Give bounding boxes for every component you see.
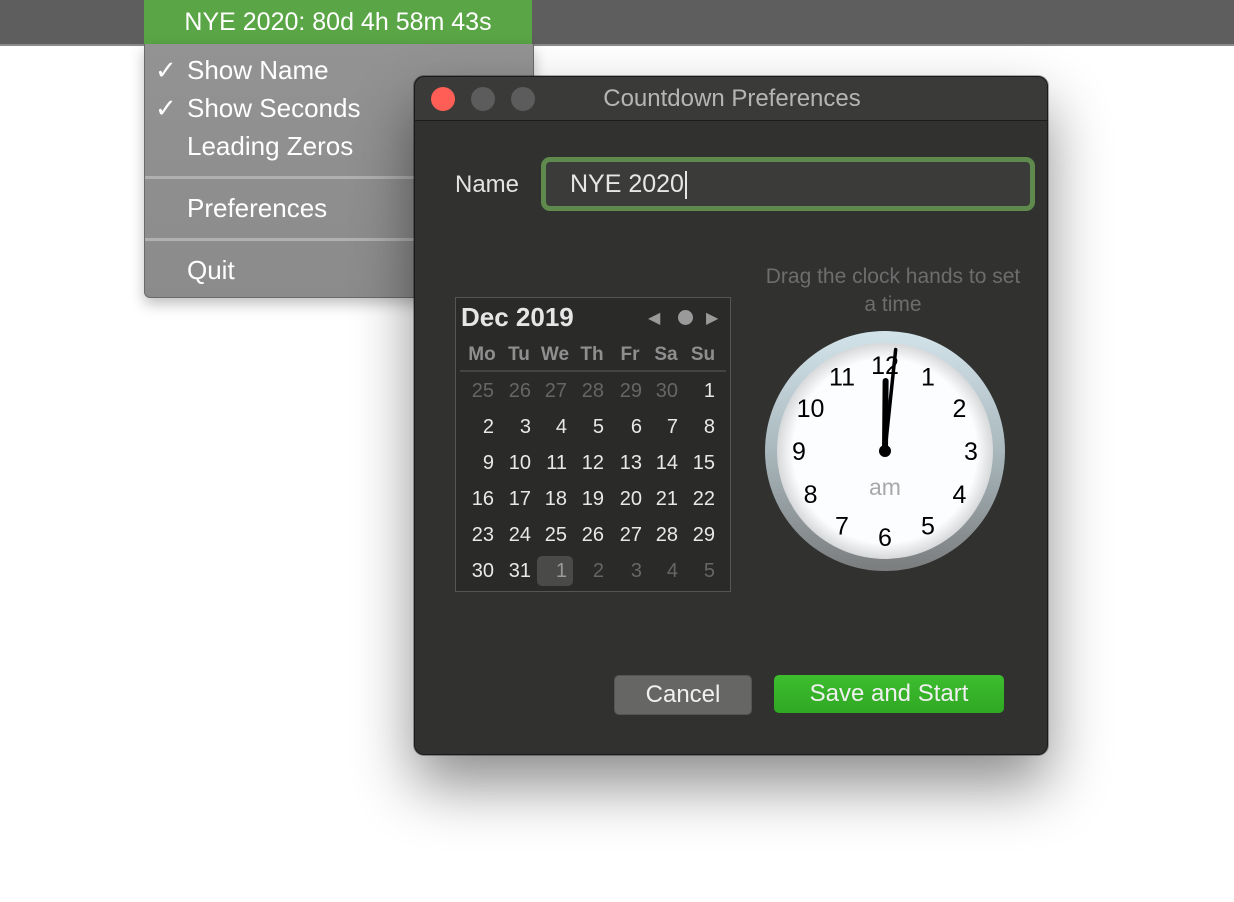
clock-numeral: 6 bbox=[878, 524, 892, 552]
calendar-day[interactable]: 3 bbox=[612, 556, 648, 586]
name-label: Name bbox=[455, 171, 520, 198]
weekday-header: Su bbox=[690, 344, 716, 365]
clock-numeral: 10 bbox=[797, 395, 825, 423]
calendar-day[interactable]: 25 bbox=[537, 520, 573, 550]
calendar-day[interactable]: 31 bbox=[501, 556, 537, 586]
window-title: Countdown Preferences bbox=[603, 85, 861, 112]
calendar-day[interactable]: 24 bbox=[501, 520, 537, 550]
checkmark-icon: ✓ bbox=[155, 55, 177, 85]
calendar-day[interactable]: 26 bbox=[574, 520, 610, 550]
calendar-day[interactable]: 9 bbox=[464, 448, 500, 478]
clock-numeral: 3 bbox=[964, 438, 978, 466]
calendar-day[interactable]: 28 bbox=[648, 520, 684, 550]
clock-numeral: 5 bbox=[921, 512, 935, 540]
calendar-day[interactable]: 26 bbox=[501, 376, 537, 406]
calendar-day[interactable]: 21 bbox=[648, 484, 684, 514]
clock-numeral: 2 bbox=[953, 395, 967, 423]
clock-numeral: 9 bbox=[792, 438, 806, 466]
calendar-day[interactable]: 14 bbox=[648, 448, 684, 478]
calendar-day[interactable]: 23 bbox=[464, 520, 500, 550]
clock-numeral: 7 bbox=[835, 512, 849, 540]
calendar-day[interactable]: 30 bbox=[464, 556, 500, 586]
calendar-day[interactable]: 27 bbox=[537, 376, 573, 406]
today-dot-icon[interactable] bbox=[678, 310, 693, 325]
menu-bar: NYE 2020: 80d 4h 58m 43s bbox=[0, 0, 1234, 46]
weekday-header: Mo bbox=[468, 344, 496, 365]
previous-month-arrow-icon[interactable]: ◀ bbox=[648, 308, 660, 328]
clock-numeral: 8 bbox=[804, 481, 818, 509]
calendar-day[interactable]: 17 bbox=[501, 484, 537, 514]
calendar-day[interactable]: 3 bbox=[501, 412, 537, 442]
text-caret bbox=[684, 171, 687, 200]
calendar-day[interactable]: 27 bbox=[612, 520, 648, 550]
weekday-header: Fr bbox=[620, 344, 640, 365]
calendar-day[interactable]: 29 bbox=[685, 520, 721, 550]
clock-numeral: 11 bbox=[829, 364, 855, 392]
preferences-window: Countdown Preferences Name NYE 2020 Dec … bbox=[414, 76, 1048, 755]
calendar-day[interactable]: 8 bbox=[685, 412, 721, 442]
calendar-header-divider bbox=[460, 370, 726, 372]
name-input-value: NYE 2020 bbox=[570, 170, 684, 198]
calendar-day[interactable]: 25 bbox=[464, 376, 500, 406]
weekday-header: We bbox=[540, 344, 570, 365]
countdown-status-item[interactable]: NYE 2020: 80d 4h 58m 43s bbox=[144, 0, 532, 44]
am-pm-indicator: am bbox=[869, 474, 901, 500]
clock-instructions: Drag the clock hands to set a time bbox=[765, 265, 1021, 316]
calendar-day[interactable]: 29 bbox=[612, 376, 648, 406]
weekday-header: Tu bbox=[508, 344, 530, 365]
clock-numeral: 4 bbox=[953, 481, 967, 509]
cancel-button[interactable]: Cancel bbox=[614, 675, 752, 715]
calendar-day[interactable]: 19 bbox=[574, 484, 610, 514]
date-picker-calendar: Dec 2019 ◀ ▶ Mo Tu We Th Fr Sa Su 25 26 27 28 29 30… bbox=[455, 297, 731, 592]
checkmark-icon: ✓ bbox=[155, 93, 177, 123]
calendar-day[interactable]: 10 bbox=[501, 448, 537, 478]
calendar-day[interactable]: 6 bbox=[612, 412, 648, 442]
calendar-day[interactable]: 15 bbox=[685, 448, 721, 478]
menu-item-label: Show Name bbox=[187, 55, 329, 85]
calendar-day[interactable]: 13 bbox=[612, 448, 648, 478]
calendar-day[interactable]: 7 bbox=[648, 412, 684, 442]
menu-item-label: Show Seconds bbox=[187, 93, 361, 123]
calendar-day[interactable]: 5 bbox=[685, 556, 721, 586]
calendar-day[interactable]: 5 bbox=[574, 412, 610, 442]
name-input[interactable]: NYE 2020 bbox=[541, 157, 1035, 211]
calendar-day[interactable]: 20 bbox=[612, 484, 648, 514]
calendar-day[interactable]: 18 bbox=[537, 484, 573, 514]
calendar-day[interactable]: 2 bbox=[464, 412, 500, 442]
calendar-day[interactable]: 2 bbox=[574, 556, 610, 586]
window-titlebar[interactable]: Countdown Preferences bbox=[415, 77, 1047, 121]
calendar-day[interactable]: 30 bbox=[648, 376, 684, 406]
clock-center-pin bbox=[879, 445, 891, 457]
calendar-day[interactable]: 4 bbox=[537, 412, 573, 442]
menu-item-label: Leading Zeros bbox=[187, 131, 354, 161]
calendar-day[interactable]: 12 bbox=[574, 448, 610, 478]
weekday-header: Sa bbox=[654, 344, 678, 365]
menu-item-label: Quit bbox=[187, 255, 235, 285]
calendar-day-selected[interactable]: 1 bbox=[537, 556, 573, 586]
calendar-day[interactable]: 11 bbox=[537, 448, 573, 478]
calendar-day[interactable]: 4 bbox=[648, 556, 684, 586]
weekday-header: Th bbox=[580, 344, 604, 365]
menu-item-label: Preferences bbox=[187, 193, 328, 223]
calendar-day[interactable]: 22 bbox=[685, 484, 721, 514]
calendar-day[interactable]: 28 bbox=[574, 376, 610, 406]
calendar-month-label: Dec 2019 bbox=[461, 302, 574, 332]
analog-clock-time-picker[interactable]: 12 1234567891011 am bbox=[765, 331, 1005, 571]
calendar-day[interactable]: 1 bbox=[685, 376, 721, 406]
calendar-day[interactable]: 16 bbox=[464, 484, 500, 514]
save-and-start-button[interactable]: Save and Start bbox=[774, 675, 1004, 713]
clock-numeral: 1 bbox=[921, 364, 935, 392]
next-month-arrow-icon[interactable]: ▶ bbox=[706, 308, 718, 328]
